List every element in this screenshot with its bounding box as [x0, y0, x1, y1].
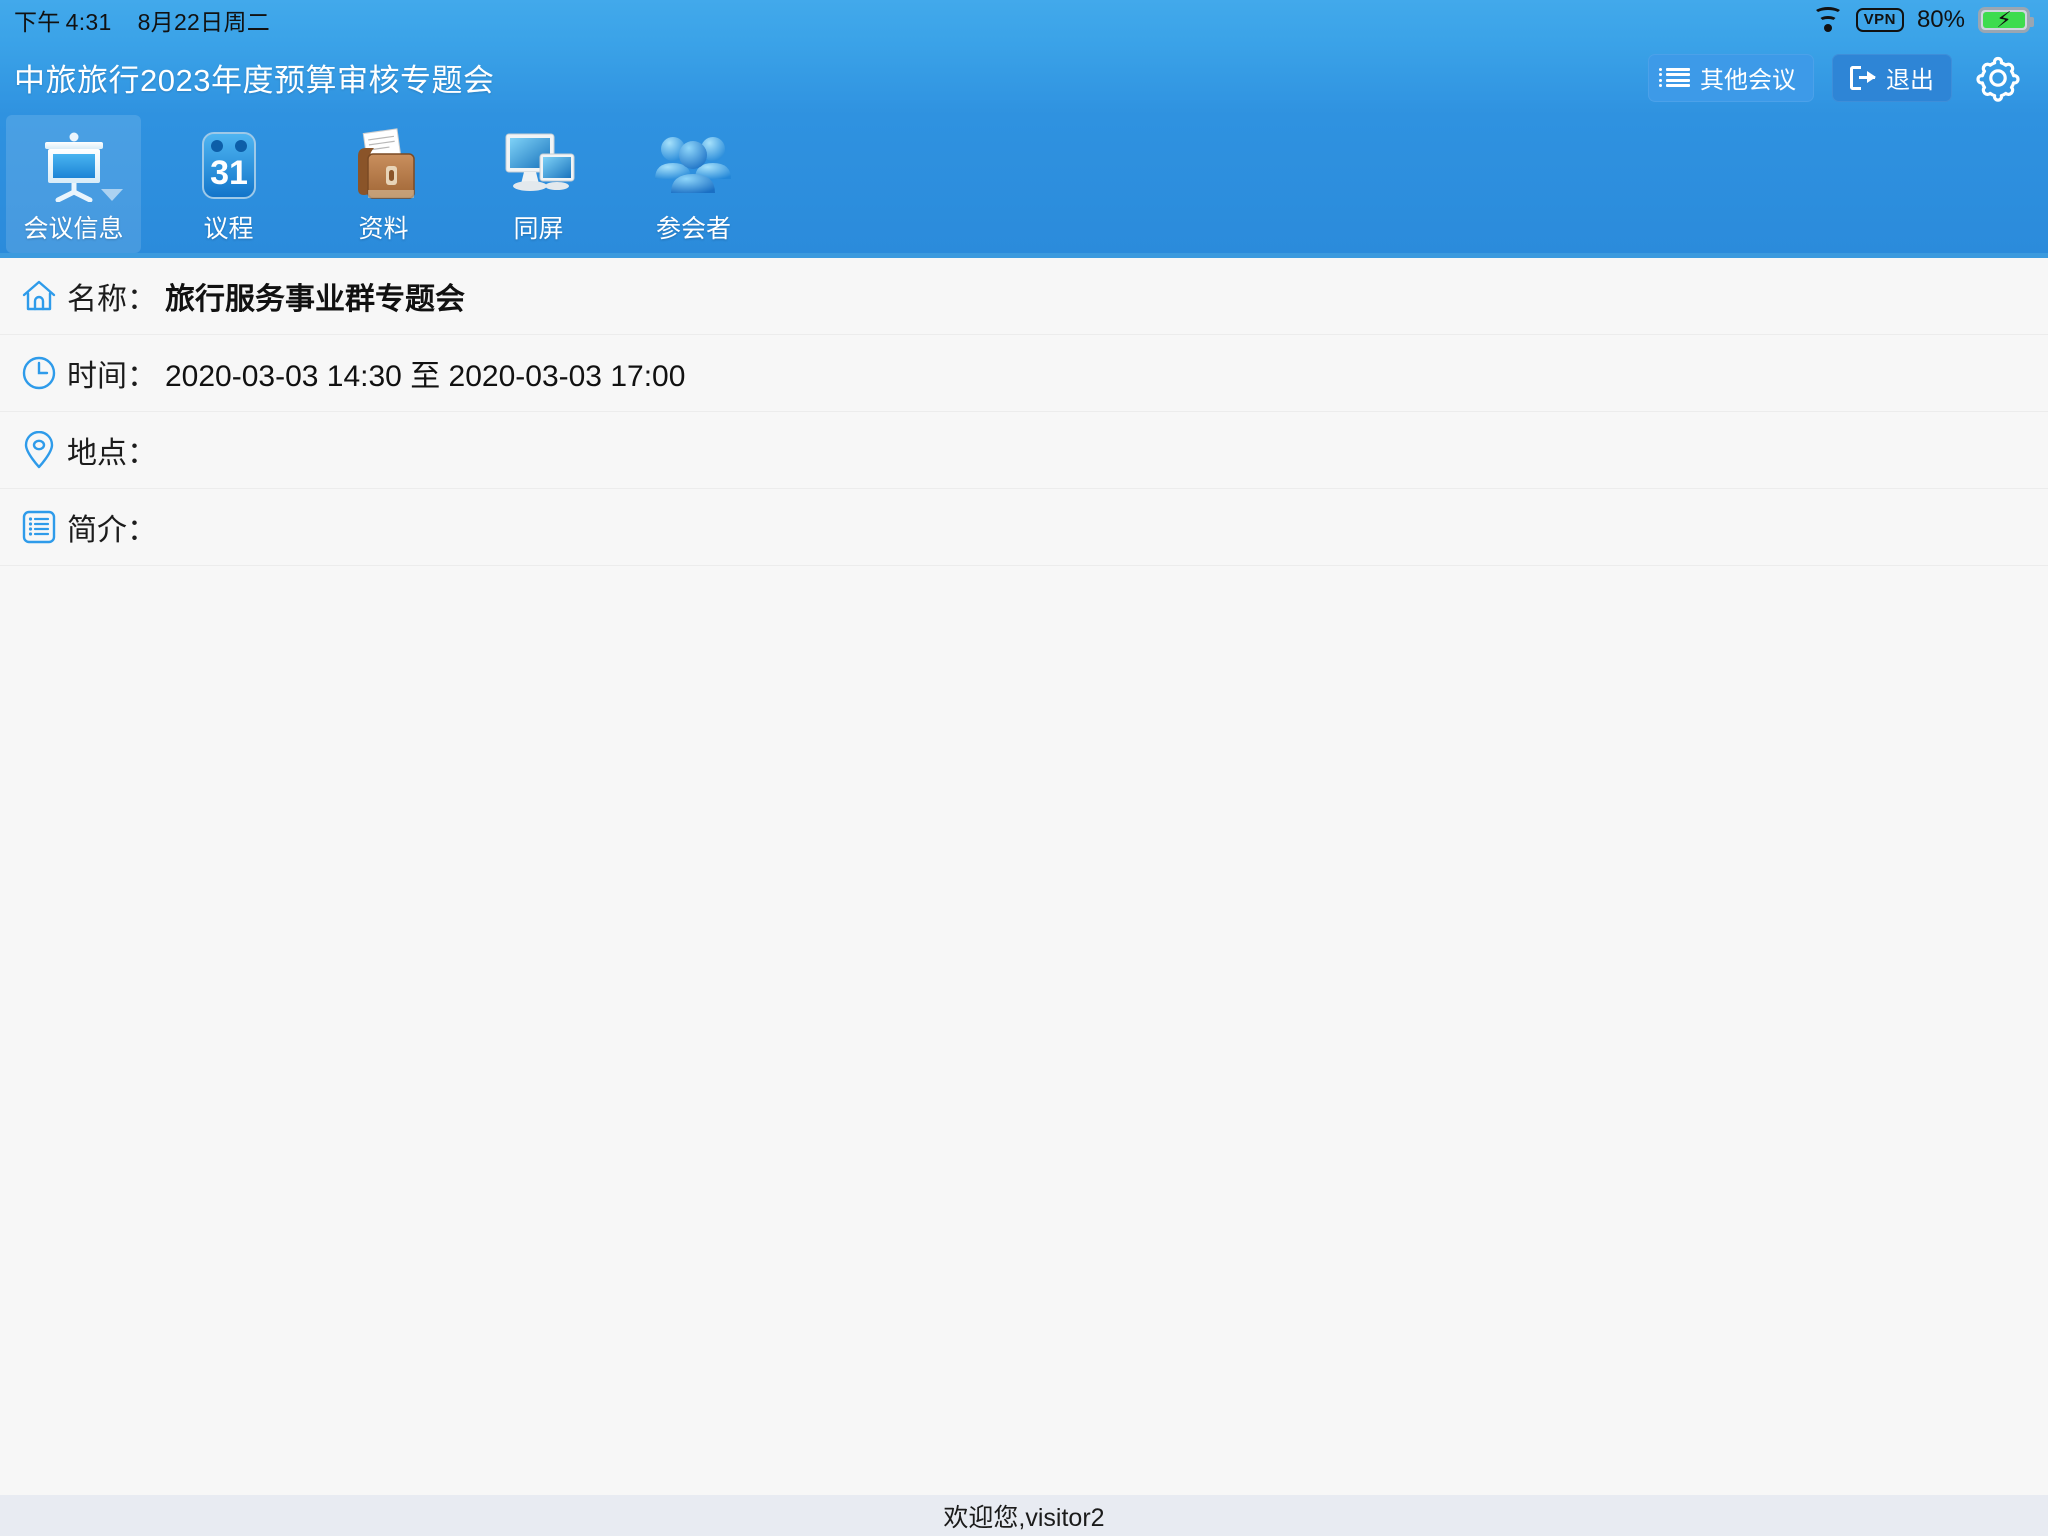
status-bar: 下午 4:31 8月22日周二 VPN 80% ⚡	[0, 0, 2048, 40]
home-icon	[17, 279, 61, 313]
exit-button[interactable]: 退出	[1832, 53, 1952, 102]
briefcase-documents-icon	[344, 127, 424, 205]
battery-charging-icon: ⚡	[1978, 7, 2034, 33]
vpn-icon: VPN	[1855, 7, 1904, 33]
meeting-name-value: 旅行服务事业群专题会	[165, 283, 465, 316]
status-bar-right: VPN 80% ⚡	[1812, 6, 2034, 34]
exit-label: 退出	[1886, 67, 1934, 94]
meeting-time-label: 时间：	[67, 360, 157, 393]
other-meetings-button[interactable]: 其他会议	[1648, 53, 1814, 102]
meeting-name-label: 名称：	[67, 283, 157, 316]
tab-screen-share[interactable]: 同屏	[471, 115, 606, 253]
settings-button[interactable]	[1970, 50, 2026, 106]
meeting-description-row: 简介：	[0, 489, 2048, 566]
app-header: 中旅旅行2023年度预算审核专题会 其他会议 退出	[0, 40, 2048, 115]
dual-monitor-icon	[498, 127, 580, 205]
list-icon	[1659, 67, 1690, 88]
main-tab-bar: 会议信息 31 议程 资料 同屏 参会者	[0, 115, 2048, 258]
other-meetings-label: 其他会议	[1700, 67, 1796, 94]
meeting-location-row: 地点：	[0, 412, 2048, 489]
status-date: 8月22日周二	[137, 9, 271, 35]
status-time-period: 下午	[14, 9, 61, 35]
welcome-text: 欢迎您,visitor2	[943, 1503, 1105, 1532]
meeting-location-label: 地点：	[67, 437, 157, 470]
status-time: 4:31	[65, 9, 112, 35]
tab-label: 资料	[358, 215, 409, 243]
location-pin-icon	[17, 431, 61, 469]
tab-label: 同屏	[513, 215, 564, 243]
tab-label: 议程	[203, 215, 254, 243]
chevron-down-icon	[101, 189, 123, 201]
meeting-description-label: 简介：	[67, 514, 157, 547]
meeting-time-value: 2020-03-03 14:30 至 2020-03-03 17:00	[165, 360, 686, 393]
tab-meeting-info[interactable]: 会议信息	[6, 115, 141, 253]
people-group-icon	[653, 127, 735, 205]
calendar-31-icon: 31	[193, 127, 265, 205]
footer-bar: 欢迎您,visitor2	[0, 1495, 2048, 1536]
header-actions: 其他会议 退出	[1648, 50, 2026, 106]
tab-materials[interactable]: 资料	[316, 115, 451, 253]
gear-icon	[1976, 56, 2020, 102]
battery-percent-label: 80%	[1916, 6, 1965, 33]
status-time-group: 下午 4:31	[14, 3, 112, 37]
meeting-info-panel: 名称： 旅行服务事业群专题会 时间： 2020-03-03 14:30 至 20…	[0, 258, 2048, 566]
document-list-icon	[17, 510, 61, 544]
tab-label: 会议信息	[23, 215, 124, 243]
meeting-time-row: 时间： 2020-03-03 14:30 至 2020-03-03 17:00	[0, 335, 2048, 412]
clock-icon	[17, 355, 61, 391]
calendar-day-number: 31	[210, 154, 248, 192]
wifi-icon	[1812, 7, 1843, 32]
status-bar-left: 下午 4:31 8月22日周二	[14, 3, 270, 37]
tab-agenda[interactable]: 31 议程	[161, 115, 296, 253]
page-title: 中旅旅行2023年度预算审核专题会	[14, 63, 495, 98]
exit-icon	[1850, 65, 1876, 90]
tab-label: 参会者	[655, 215, 731, 243]
meeting-name-row: 名称： 旅行服务事业群专题会	[0, 258, 2048, 335]
tab-participants[interactable]: 参会者	[626, 115, 761, 253]
